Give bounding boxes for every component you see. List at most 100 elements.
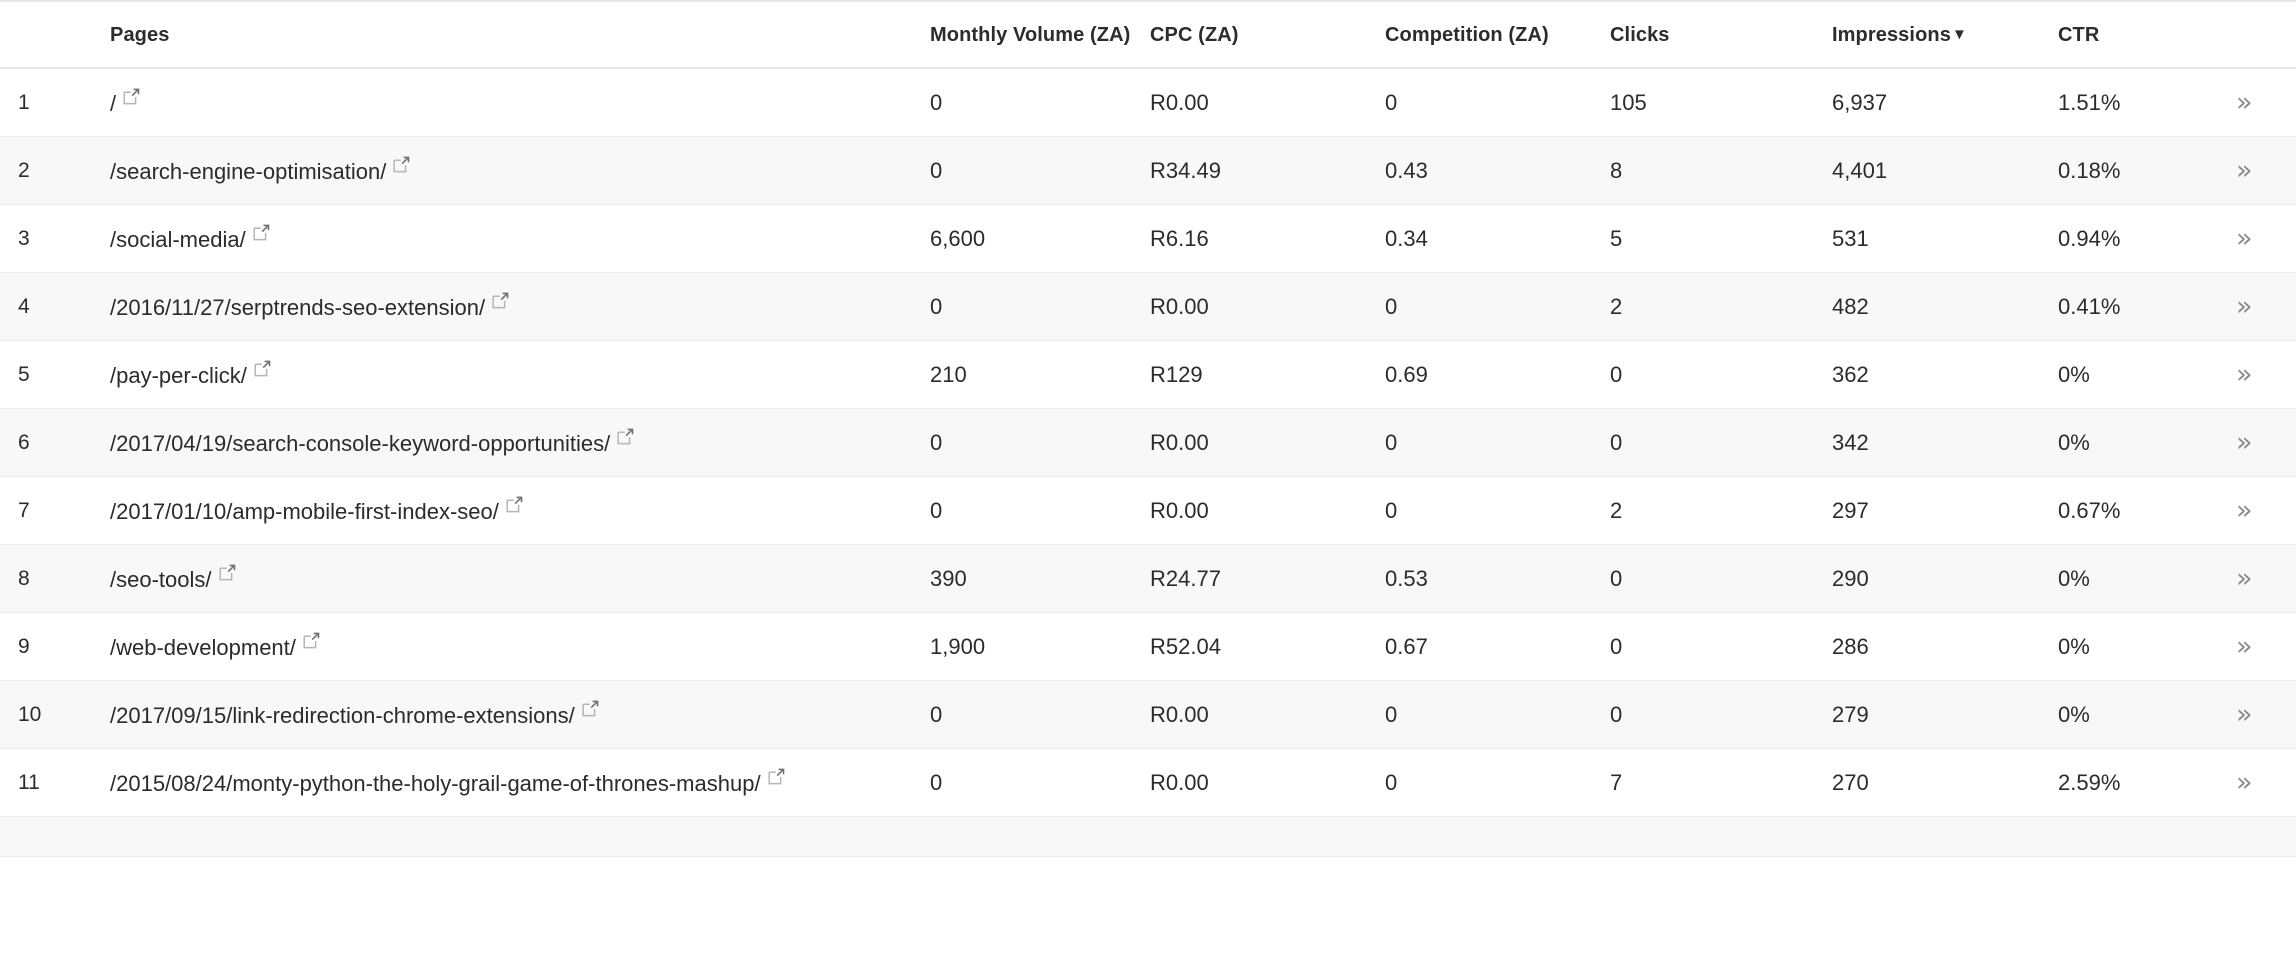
row-cpc: R0.00	[1150, 497, 1209, 523]
column-header-monthly-volume[interactable]: Monthly Volume (ZA)	[930, 1, 1150, 68]
expand-row-chevron-icon[interactable]: »	[2236, 565, 2253, 592]
row-monthly-volume: 0	[930, 769, 943, 795]
expand-row-chevron-icon[interactable]: »	[2236, 701, 2253, 728]
external-link-icon[interactable]	[492, 292, 509, 309]
expand-row-chevron-icon[interactable]: »	[2236, 429, 2253, 456]
column-header-pages[interactable]: Pages	[110, 1, 930, 68]
external-link-icon[interactable]	[393, 156, 410, 173]
row-competition: 0	[1385, 497, 1398, 523]
table-header: Pages Monthly Volume (ZA) CPC (ZA) Compe…	[0, 1, 2296, 68]
row-actions: »	[2236, 341, 2296, 409]
expand-row-chevron-icon[interactable]: »	[2236, 225, 2253, 252]
table-row[interactable]: 10/2017/09/15/link-redirection-chrome-ex…	[0, 680, 2296, 749]
row-ctr: 2.59%	[2058, 769, 2121, 795]
table-header-row: Pages Monthly Volume (ZA) CPC (ZA) Compe…	[0, 1, 2296, 68]
row-monthly-volume: 0	[930, 89, 943, 115]
external-link-icon[interactable]	[617, 428, 634, 445]
expand-row-chevron-icon[interactable]: »	[2236, 769, 2253, 796]
row-impressions: 531	[1832, 225, 1869, 251]
row-rank: 4	[18, 294, 30, 318]
table-row[interactable]: 9/web-development/1,900 R52.04 0.67 0 286 0% »	[0, 613, 2296, 681]
row-impressions: 279	[1832, 701, 1869, 727]
expand-row-chevron-icon[interactable]: »	[2236, 633, 2253, 660]
external-link-icon[interactable]	[123, 88, 140, 105]
row-impressions: 342	[1832, 429, 1869, 455]
page-url-link[interactable]: /pay-per-click/	[110, 363, 247, 388]
page-url-link[interactable]: /social-media/	[110, 227, 246, 252]
column-header-rank	[0, 1, 110, 68]
row-monthly-volume: 390	[930, 565, 967, 591]
page-url-link[interactable]: /	[110, 91, 116, 116]
table-row[interactable]: 5/pay-per-click/210 R129 0.69 0 362 0% »	[0, 341, 2296, 409]
expand-row-chevron-icon[interactable]: »	[2236, 361, 2253, 388]
row-cpc: R0.00	[1150, 429, 1209, 455]
row-ctr: 0.67%	[2058, 497, 2121, 523]
table-row[interactable]: 3/social-media/6,600 R6.16 0.34 5 531 0.94% »	[0, 205, 2296, 273]
table-row[interactable]: 11/2015/08/24/monty-python-the-holy-grai…	[0, 749, 2296, 817]
table-row[interactable]: 4/2016/11/27/serptrends-seo-extension/0 R…	[0, 272, 2296, 341]
pages-report-table-container: Pages Monthly Volume (ZA) CPC (ZA) Compe…	[0, 0, 2296, 857]
table-row[interactable]: 8/seo-tools/390 R24.77 0.53 0 290 0% »	[0, 544, 2296, 613]
external-link-icon[interactable]	[253, 224, 270, 241]
row-clicks: 0	[1610, 633, 1623, 659]
row-page-cell: /web-development/	[110, 613, 930, 681]
column-header-clicks[interactable]: Clicks	[1610, 1, 1832, 68]
row-page-cell: /2017/04/19/search-console-keyword-oppor…	[110, 409, 930, 477]
expand-row-chevron-icon[interactable]: »	[2236, 497, 2253, 524]
row-rank: 7	[18, 498, 30, 522]
external-link-icon[interactable]	[254, 360, 271, 377]
external-link-icon[interactable]	[218, 564, 236, 581]
page-url-link[interactable]: /2017/09/15/link-redirection-chrome-exte…	[110, 703, 575, 728]
column-header-clicks-label: Clicks	[1610, 24, 1670, 46]
expand-row-chevron-icon[interactable]: »	[2236, 293, 2253, 320]
row-impressions: 4,401	[1832, 157, 1888, 183]
external-link-icon[interactable]	[582, 700, 599, 717]
column-header-cpc[interactable]: CPC (ZA)	[1150, 1, 1385, 68]
row-clicks: 7	[1610, 769, 1623, 795]
row-cpc: R0.00	[1150, 293, 1209, 319]
row-actions: »	[2236, 545, 2296, 613]
page-url-link[interactable]: /2016/11/27/serptrends-seo-extension/	[110, 295, 485, 320]
row-ctr: 0%	[2058, 565, 2090, 591]
page-url-link[interactable]: /web-development/	[110, 635, 296, 660]
page-url-link[interactable]: /seo-tools/	[110, 567, 212, 592]
row-impressions: 270	[1832, 769, 1869, 795]
row-monthly-volume: 0	[930, 429, 943, 455]
row-actions: »	[2236, 477, 2296, 545]
expand-row-chevron-icon[interactable]: »	[2236, 89, 2253, 116]
table-row-partial[interactable]	[0, 816, 2296, 857]
page-url-link[interactable]: /2015/08/24/monty-python-the-holy-grail-…	[110, 771, 761, 796]
row-competition: 0	[1385, 89, 1398, 115]
expand-row-chevron-icon[interactable]: »	[2236, 157, 2253, 184]
page-url-link[interactable]: /search-engine-optimisation/	[110, 159, 386, 184]
row-page-cell: /2017/09/15/link-redirection-chrome-exte…	[110, 681, 930, 749]
table-row[interactable]: 6/2017/04/19/search-console-keyword-oppo…	[0, 408, 2296, 477]
external-link-icon[interactable]	[506, 496, 523, 513]
row-actions: »	[2236, 681, 2296, 749]
row-actions: »	[2236, 68, 2296, 137]
page-url-link[interactable]: /2017/01/10/amp-mobile-first-index-seo/	[110, 499, 499, 524]
external-link-icon[interactable]	[303, 632, 320, 649]
row-ctr: 0%	[2058, 701, 2090, 727]
table-row[interactable]: 1 / 0 R0.00 0 105 6,937 1.51% »	[0, 68, 2296, 137]
column-header-competition-label: Competition (ZA)	[1385, 24, 1549, 46]
row-competition: 0.34	[1385, 225, 1428, 251]
table-row[interactable]: 7/2017/01/10/amp-mobile-first-index-seo/…	[0, 477, 2296, 545]
column-header-ctr[interactable]: CTR	[2058, 1, 2236, 68]
table-body: 1/0 R0.00 0 105 6,937 1.51%» 2/search-engine-o…	[0, 68, 2296, 857]
column-header-impressions[interactable]: Impressions▼	[1832, 1, 2058, 68]
column-header-pages-label: Pages	[110, 24, 170, 46]
row-rank: 11	[18, 770, 40, 794]
row-rank: 5	[18, 362, 30, 386]
table-row[interactable]: 2/search-engine-optimisation/0 R34.49 0.43…	[0, 136, 2296, 205]
row-impressions: 6,937	[1832, 89, 1888, 115]
sort-descending-icon[interactable]: ▼	[1952, 27, 1967, 42]
external-link-icon[interactable]	[768, 768, 785, 785]
row-actions: »	[2236, 749, 2296, 817]
page-url-link[interactable]: /2017/04/19/search-console-keyword-oppor…	[110, 431, 610, 456]
row-page-cell: /pay-per-click/	[110, 341, 930, 409]
column-header-cpc-label: CPC (ZA)	[1150, 24, 1239, 46]
column-header-competition[interactable]: Competition (ZA)	[1385, 1, 1610, 68]
row-actions: »	[2236, 613, 2296, 681]
row-page-cell: /social-media/	[110, 205, 930, 273]
